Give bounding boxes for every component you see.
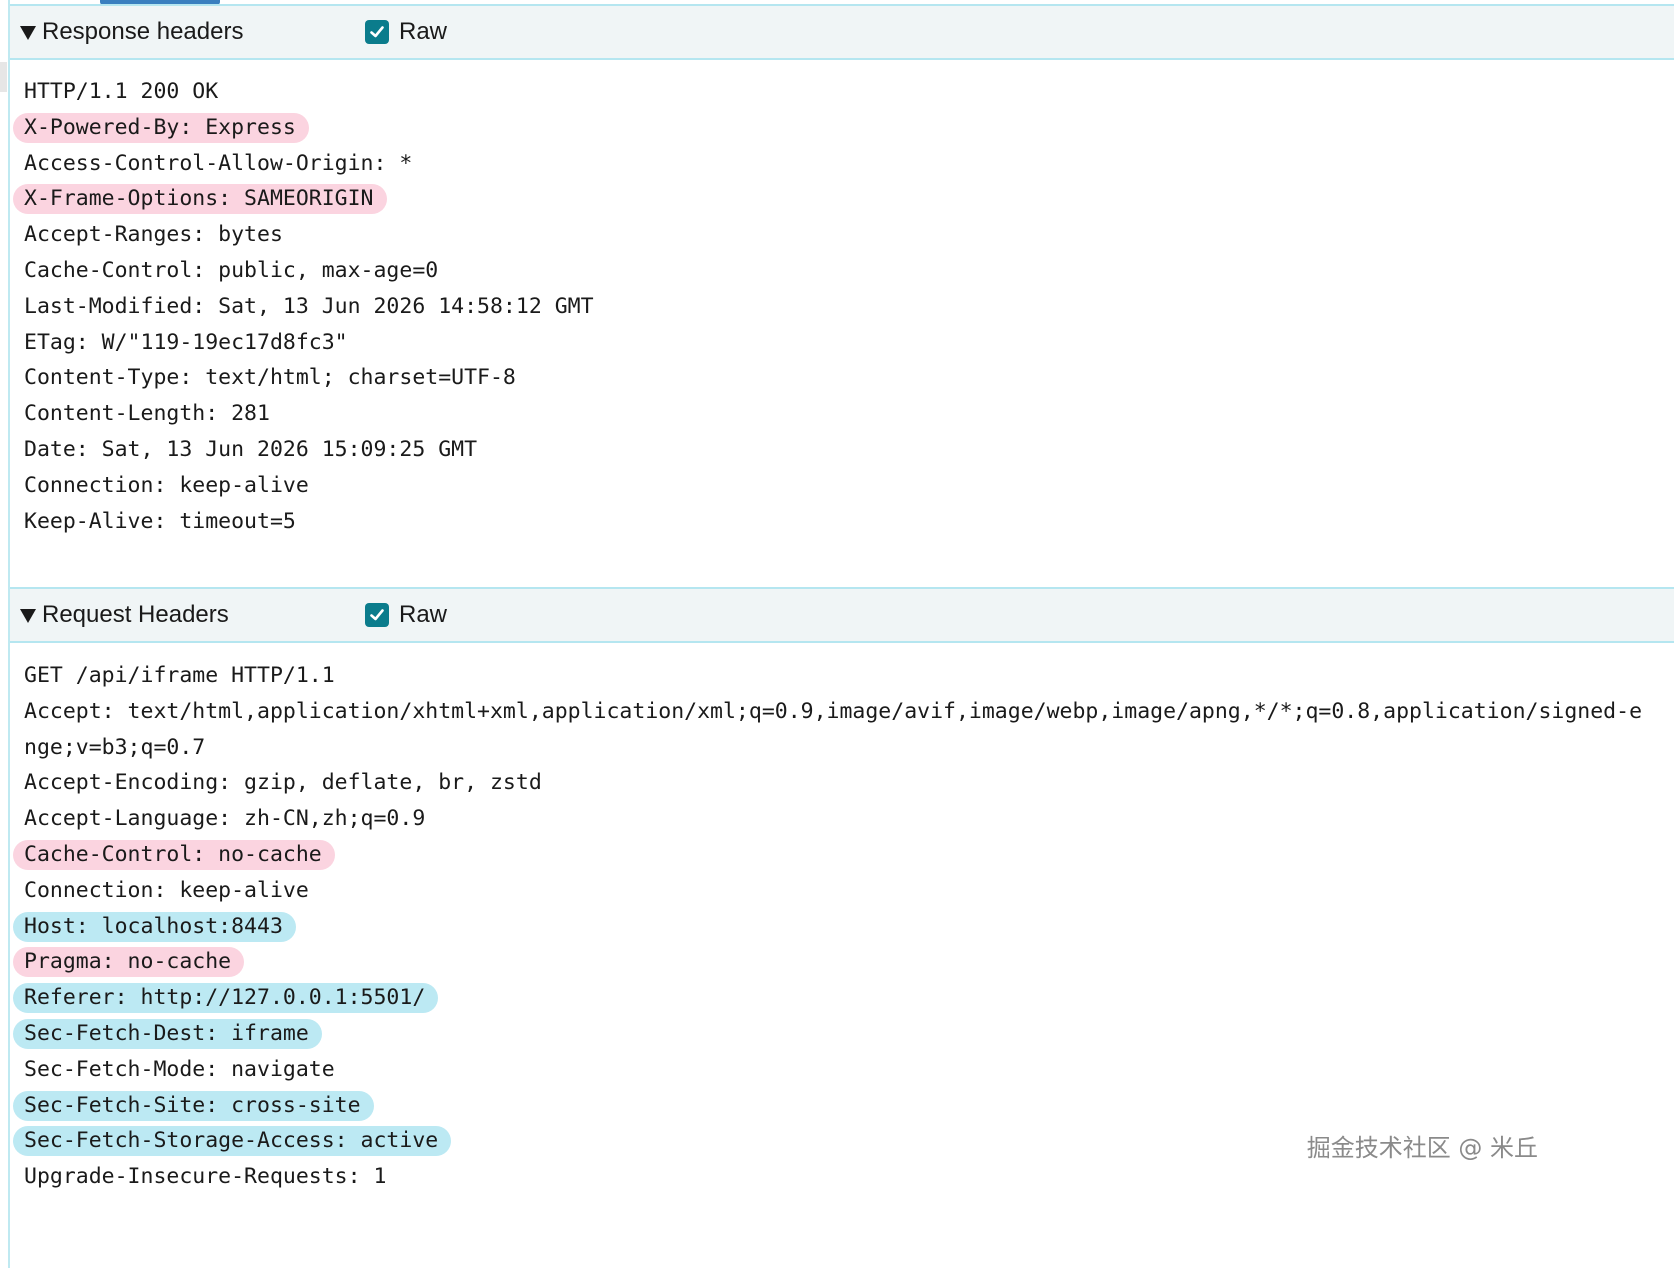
- header-line: ETag: W/"119-19ec17d8fc3": [24, 325, 594, 361]
- checkbox-checked-icon[interactable]: [365, 603, 389, 627]
- request-raw-label: Raw: [399, 601, 448, 628]
- header-line: Cache-Control: no-cache: [13, 837, 1642, 873]
- response-headers-list: HTTP/1.1 200 OK X-Powered-By: Express Acce…: [13, 74, 594, 540]
- request-headers-toggle[interactable]: Request Headers: [20, 601, 365, 629]
- header-line-text: Connection: keep-alive: [24, 877, 309, 903]
- header-line-text: Sec-Fetch-Mode: navigate: [24, 1056, 335, 1082]
- header-line-text: Sec-Fetch-Dest: iframe: [24, 1020, 309, 1046]
- request-headers-title: Request Headers: [42, 601, 229, 628]
- header-line-text: Cache-Control: no-cache: [24, 841, 322, 867]
- header-line-text: Date: Sat, 13 Jun 2026 15:09:25 GMT: [24, 436, 478, 462]
- header-line-text: nge;v=b3;q=0.7: [24, 734, 206, 760]
- header-line-text: Content-Length: 281: [24, 401, 270, 427]
- header-line-text: GET /api/iframe HTTP/1.1: [24, 663, 335, 688]
- response-raw-checkbox[interactable]: Raw: [365, 18, 447, 46]
- header-line: X-Frame-Options: SAMEORIGIN: [13, 181, 594, 217]
- header-line: Accept-Language: zh-CN,zh;q=0.9: [24, 801, 1642, 837]
- request-headers-list: GET /api/iframe HTTP/1.1 Accept: text/htm…: [13, 658, 1642, 1195]
- expand-triangle-icon: [20, 26, 36, 40]
- header-line: nge;v=b3;q=0.7: [24, 730, 1642, 766]
- header-line: Keep-Alive: timeout=5: [24, 504, 594, 540]
- header-line: Accept: text/html,application/xhtml+xml,…: [24, 694, 1642, 730]
- header-line-text: Content-Type: text/html; charset=UTF-8: [24, 365, 516, 391]
- response-headers-toggle[interactable]: Response headers: [20, 18, 365, 46]
- header-line-text: Sec-Fetch-Site: cross-site: [24, 1092, 361, 1118]
- header-line-text: Keep-Alive: timeout=5: [24, 508, 296, 534]
- header-line-text: Host: localhost:8443: [24, 913, 283, 939]
- header-line-text: Cache-Control: public, max-age=0: [24, 257, 439, 283]
- header-line: Content-Type: text/html; charset=UTF-8: [24, 360, 594, 396]
- header-line: Access-Control-Allow-Origin: *: [24, 146, 594, 182]
- response-headers-title: Response headers: [42, 18, 244, 45]
- request-raw-checkbox[interactable]: Raw: [365, 601, 447, 629]
- header-line-text: X-Powered-By: Express: [24, 114, 296, 140]
- header-line: Sec-Fetch-Site: cross-site: [13, 1088, 1642, 1124]
- request-headers-header: Request Headers Raw: [10, 587, 1674, 643]
- header-line: Connection: keep-alive: [24, 873, 1642, 909]
- header-line-text: X-Frame-Options: SAMEORIGIN: [24, 186, 374, 212]
- header-line: Host: localhost:8443: [13, 909, 1642, 945]
- response-headers-header: Response headers Raw: [10, 4, 1674, 60]
- header-line: Date: Sat, 13 Jun 2026 15:09:25 GMT: [24, 432, 594, 468]
- header-line: Accept-Ranges: bytes: [24, 217, 594, 253]
- header-line: Upgrade-Insecure-Requests: 1: [24, 1159, 1642, 1195]
- header-line-text: Sec-Fetch-Storage-Access: active: [24, 1128, 439, 1154]
- header-line: Last-Modified: Sat, 13 Jun 2026 14:58:12…: [24, 289, 594, 325]
- header-line: HTTP/1.1 200 OK: [24, 74, 594, 110]
- header-line-text: Access-Control-Allow-Origin: *: [24, 150, 413, 176]
- header-line: Content-Length: 281: [24, 396, 594, 432]
- header-line-text: Upgrade-Insecure-Requests: 1: [24, 1164, 387, 1190]
- header-line: X-Powered-By: Express: [13, 110, 594, 146]
- header-line-text: ETag: W/"119-19ec17d8fc3": [24, 329, 348, 355]
- header-line: Sec-Fetch-Dest: iframe: [13, 1016, 1642, 1052]
- expand-triangle-icon: [20, 609, 36, 623]
- header-line-text: Accept: text/html,application/xhtml+xml,…: [24, 698, 1643, 724]
- header-line: Cache-Control: public, max-age=0: [24, 253, 594, 289]
- header-line: Connection: keep-alive: [24, 468, 594, 504]
- header-line-text: Pragma: no-cache: [24, 949, 232, 975]
- header-line-text: Connection: keep-alive: [24, 472, 309, 498]
- header-line: GET /api/iframe HTTP/1.1: [24, 658, 1642, 694]
- header-line-text: Accept-Encoding: gzip, deflate, br, zstd: [24, 770, 542, 796]
- header-line: Referer: http://127.0.0.1:5501/: [13, 980, 1642, 1016]
- watermark: 掘金技术社区 @ 米丘: [1306, 1134, 1538, 1162]
- header-line: Accept-Encoding: gzip, deflate, br, zstd: [24, 765, 1642, 801]
- header-line-text: Accept-Language: zh-CN,zh;q=0.9: [24, 806, 426, 832]
- scroll-marker: [0, 62, 7, 92]
- header-line: Sec-Fetch-Mode: navigate: [24, 1052, 1642, 1088]
- header-line-text: HTTP/1.1 200 OK: [24, 79, 219, 104]
- checkbox-checked-icon[interactable]: [365, 20, 389, 44]
- response-raw-label: Raw: [399, 18, 448, 45]
- header-line-text: Last-Modified: Sat, 13 Jun 2026 14:58:12…: [24, 293, 594, 319]
- header-line-text: Accept-Ranges: bytes: [24, 222, 283, 248]
- header-line-text: Referer: http://127.0.0.1:5501/: [24, 985, 426, 1011]
- header-line: Pragma: no-cache: [13, 944, 1642, 980]
